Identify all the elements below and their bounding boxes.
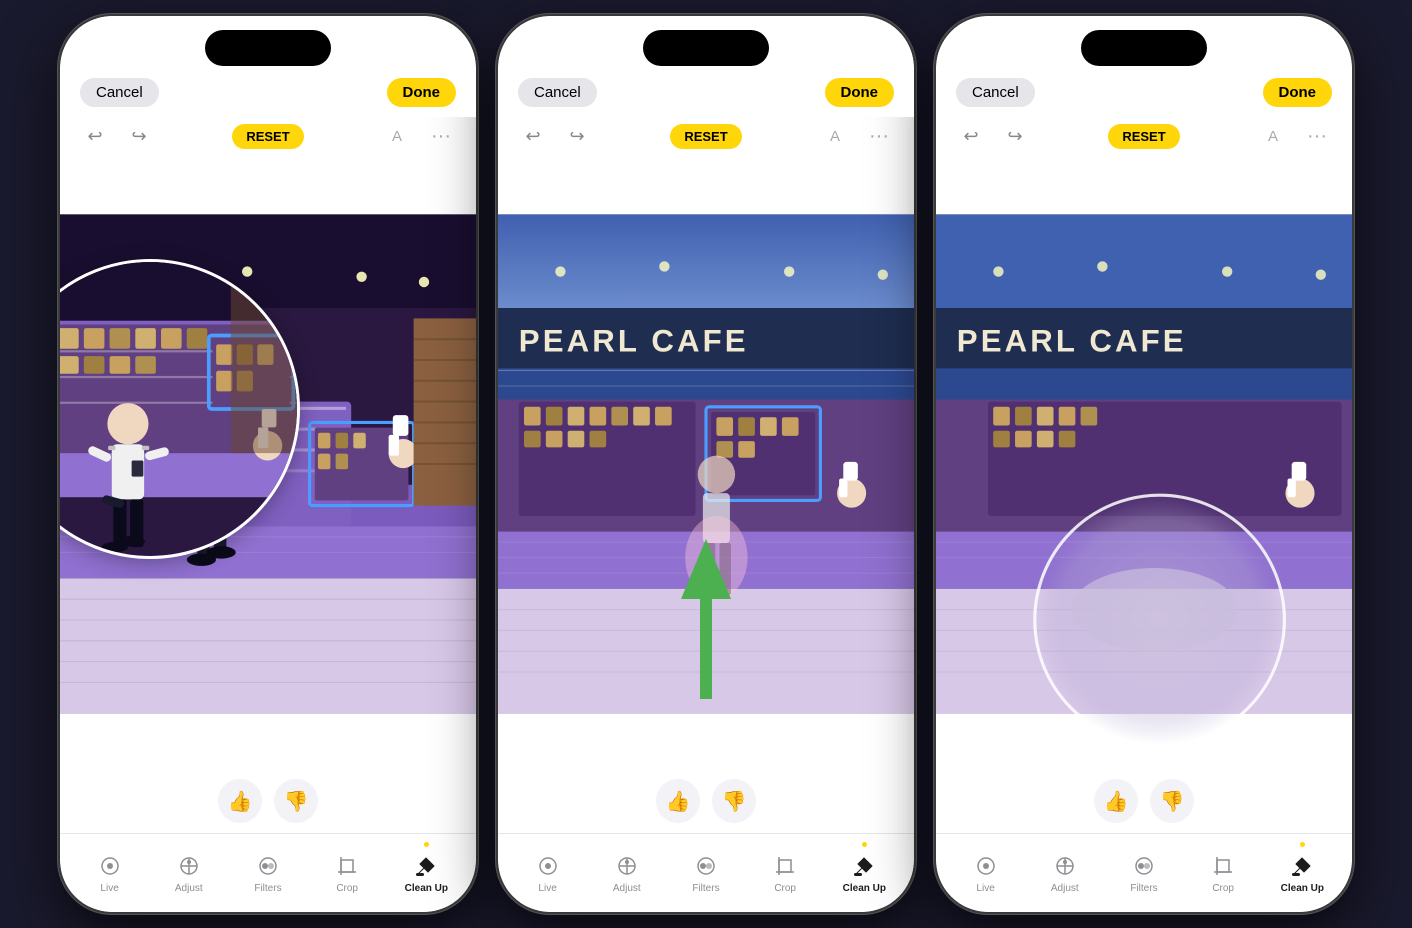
crop-label-1: Crop (336, 883, 358, 894)
toolbar-row-2: ↩ ↪ RESET A ··· (498, 117, 914, 159)
dynamic-island-3 (1081, 30, 1207, 66)
image-area-1: CA (60, 159, 476, 769)
live-icon-2 (534, 852, 562, 880)
phone-1: Cancel Done ↩ ↪ RESET A ··· (58, 14, 478, 914)
cleanup-icon-3 (1288, 852, 1316, 880)
adjust-label-1: Adjust (175, 883, 203, 894)
filters-label-3: Filters (1130, 883, 1157, 894)
bottom-toolbar-1: Live Adjust Filters Crop (60, 833, 476, 912)
filters-label-2: Filters (692, 883, 719, 894)
adjust-icon-3 (1051, 852, 1079, 880)
cleanup-label-1: Clean Up (405, 883, 448, 894)
toolbar-row-1: ↩ ↪ RESET A ··· (60, 117, 476, 159)
tool-filters-2[interactable]: Filters (680, 852, 732, 894)
filters-label-1: Filters (254, 883, 281, 894)
bottom-toolbar-2: Live Adjust Filters Crop (498, 833, 914, 912)
undo-icon-3[interactable]: ↩ (956, 121, 986, 151)
reset-button-1[interactable]: RESET (232, 124, 303, 149)
cleanup-label-3: Clean Up (1281, 883, 1324, 894)
auto-icon-3[interactable]: A (1258, 121, 1288, 151)
active-dot-3 (1300, 842, 1305, 847)
image-area-2: PEARL CAFE (498, 159, 914, 769)
more-icon-3[interactable]: ··· (1302, 121, 1332, 151)
redo-icon-1[interactable]: ↪ (124, 121, 154, 151)
filters-icon-1 (254, 852, 282, 880)
crop-label-3: Crop (1212, 883, 1234, 894)
more-icon-2[interactable]: ··· (864, 121, 894, 151)
bottom-toolbar-3: Live Adjust Filters Crop (936, 833, 1352, 912)
done-button-3[interactable]: Done (1263, 78, 1333, 107)
svg-text:PEARL CAFE: PEARL CAFE (957, 324, 1187, 359)
svg-text:CA: CA (60, 315, 102, 352)
crop-icon-1 (333, 852, 361, 880)
done-button-2[interactable]: Done (825, 78, 895, 107)
phone-3: Cancel Done ↩ ↪ RESET A ··· (934, 14, 1354, 914)
tool-adjust-2[interactable]: Adjust (601, 852, 653, 894)
undo-icon-1[interactable]: ↩ (80, 121, 110, 151)
live-icon-1 (96, 852, 124, 880)
toolbar-row-3: ↩ ↪ RESET A ··· (936, 117, 1352, 159)
tool-live-3[interactable]: Live (960, 852, 1012, 894)
undo-icon-2[interactable]: ↩ (518, 121, 548, 151)
crop-label-2: Crop (774, 883, 796, 894)
cancel-button-2[interactable]: Cancel (518, 78, 597, 107)
dynamic-island-1 (205, 30, 331, 66)
feedback-area-3: 👍 👎 (936, 769, 1352, 833)
filters-icon-2 (692, 852, 720, 880)
cancel-button-1[interactable]: Cancel (80, 78, 159, 107)
thumbdown-button-1[interactable]: 👎 (274, 779, 318, 823)
tool-live-2[interactable]: Live (522, 852, 574, 894)
thumbup-button-1[interactable]: 👍 (218, 779, 262, 823)
thumbup-button-3[interactable]: 👍 (1094, 779, 1138, 823)
auto-icon-1[interactable]: A (382, 121, 412, 151)
live-label-2: Live (538, 883, 556, 894)
live-icon-3 (972, 852, 1000, 880)
thumbdown-button-3[interactable]: 👎 (1150, 779, 1194, 823)
tool-crop-2[interactable]: Crop (759, 852, 811, 894)
dynamic-island-2 (643, 30, 769, 66)
green-arrow (676, 529, 736, 714)
cancel-button-3[interactable]: Cancel (956, 78, 1035, 107)
live-label-1: Live (100, 883, 118, 894)
crop-icon-3 (1209, 852, 1237, 880)
redo-icon-2[interactable]: ↪ (562, 121, 592, 151)
tool-cleanup-3[interactable]: Clean Up (1276, 842, 1328, 894)
tool-filters-3[interactable]: Filters (1118, 852, 1170, 894)
tool-cleanup-2[interactable]: Clean Up (838, 842, 890, 894)
thumbup-button-2[interactable]: 👍 (656, 779, 700, 823)
more-icon-1[interactable]: ··· (426, 121, 456, 151)
tool-crop-1[interactable]: Crop (321, 852, 373, 894)
feedback-area-1: 👍 👎 (60, 769, 476, 833)
crop-icon-2 (771, 852, 799, 880)
tool-cleanup-1[interactable]: Clean Up (400, 842, 452, 894)
active-dot-1 (424, 842, 429, 847)
thumbdown-button-2[interactable]: 👎 (712, 779, 756, 823)
svg-text:PEARL CAFE: PEARL CAFE (519, 324, 749, 359)
phone-2: Cancel Done ↩ ↪ RESET A ··· (496, 14, 916, 914)
live-label-3: Live (976, 883, 994, 894)
tool-live-1[interactable]: Live (84, 852, 136, 894)
redo-icon-3[interactable]: ↪ (1000, 121, 1030, 151)
active-dot-2 (862, 842, 867, 847)
cleanup-label-2: Clean Up (843, 883, 886, 894)
image-area-3: PEARL CAFE (936, 159, 1352, 769)
reset-button-3[interactable]: RESET (1108, 124, 1179, 149)
cleanup-icon-2 (850, 852, 878, 880)
tool-filters-1[interactable]: Filters (242, 852, 294, 894)
auto-icon-2[interactable]: A (820, 121, 850, 151)
adjust-icon-2 (613, 852, 641, 880)
tool-adjust-1[interactable]: Adjust (163, 852, 215, 894)
adjust-label-3: Adjust (1051, 883, 1079, 894)
tool-crop-3[interactable]: Crop (1197, 852, 1249, 894)
reset-button-2[interactable]: RESET (670, 124, 741, 149)
adjust-label-2: Adjust (613, 883, 641, 894)
adjust-icon-1 (175, 852, 203, 880)
done-button-1[interactable]: Done (387, 78, 457, 107)
filters-icon-3 (1130, 852, 1158, 880)
tool-adjust-3[interactable]: Adjust (1039, 852, 1091, 894)
cleanup-icon-1 (412, 852, 440, 880)
feedback-area-2: 👍 👎 (498, 769, 914, 833)
